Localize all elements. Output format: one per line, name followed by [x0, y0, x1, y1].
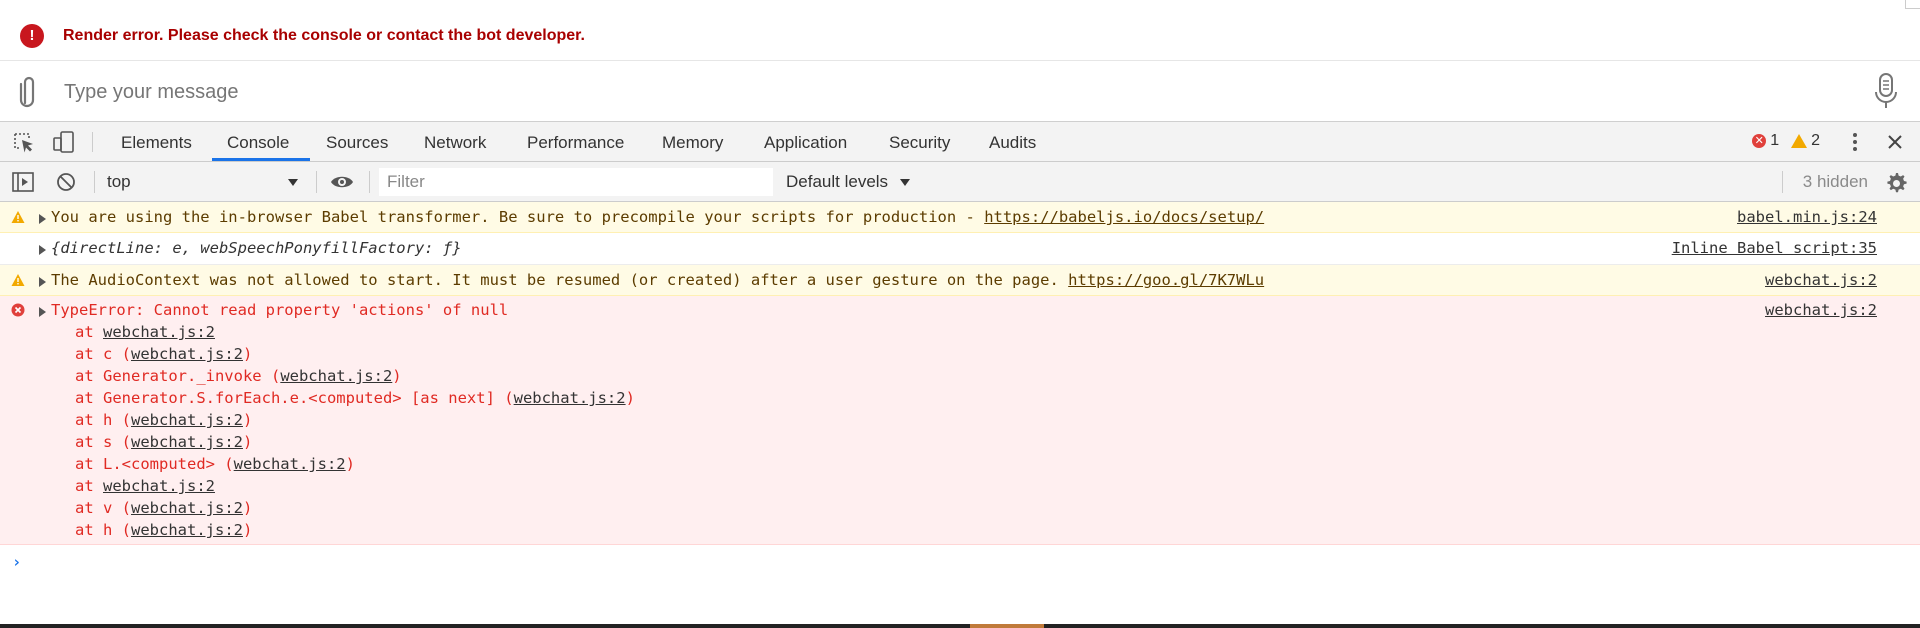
- stack-frame: at v (webchat.js:2): [75, 499, 253, 517]
- stack-frame: at webchat.js:2: [75, 477, 215, 495]
- stack-frame: at h (webchat.js:2): [75, 521, 253, 539]
- stack-frame-link[interactable]: webchat.js:2: [131, 521, 243, 539]
- tab-audits[interactable]: Audits: [989, 133, 1036, 153]
- paperclip-icon[interactable]: [16, 73, 42, 109]
- tab-application[interactable]: Application: [764, 133, 847, 153]
- stack-frame-link[interactable]: webchat.js:2: [103, 323, 215, 341]
- issue-counts[interactable]: ✕ 1 2: [1752, 132, 1820, 150]
- expand-triangle-icon[interactable]: [39, 277, 46, 287]
- context-selector[interactable]: top: [107, 172, 131, 192]
- console-warning: The AudioContext was not allowed to star…: [0, 265, 1920, 296]
- error-count: 1: [1770, 132, 1780, 149]
- message-source[interactable]: webchat.js:2: [1765, 299, 1877, 321]
- message-text: The AudioContext was not allowed to star…: [51, 271, 1069, 289]
- stack-frame-link[interactable]: webchat.js:2: [131, 345, 243, 363]
- error-icon: !: [20, 24, 44, 48]
- warning-icon: [11, 211, 25, 223]
- console-error: TypeError: Cannot read property 'actions…: [0, 296, 1920, 545]
- message-input[interactable]: [62, 73, 1846, 111]
- chat-error-banner: ! Render error. Please check the console…: [0, 0, 1920, 61]
- tab-console[interactable]: Console: [227, 133, 289, 153]
- warning-icon: [11, 274, 25, 286]
- stack-frame: at Generator._invoke (webchat.js:2): [75, 367, 402, 385]
- error-text: TypeError: Cannot read property 'actions…: [51, 301, 509, 319]
- warning-count: 2: [1811, 132, 1820, 149]
- toolbar-divider: [369, 171, 370, 193]
- message-link[interactable]: https://goo.gl/7K7WLu: [1068, 271, 1264, 289]
- console-warning: You are using the in-browser Babel trans…: [0, 202, 1920, 233]
- corner-mark: [1905, 0, 1920, 9]
- microphone-icon[interactable]: [1872, 71, 1900, 111]
- gear-icon[interactable]: [1884, 171, 1908, 195]
- device-toolbar-icon[interactable]: [52, 131, 76, 153]
- tab-memory[interactable]: Memory: [662, 133, 723, 153]
- toolbar-divider: [316, 171, 317, 193]
- toolbar-divider: [1782, 171, 1783, 193]
- inspect-element-icon[interactable]: [12, 131, 36, 153]
- console-prompt-row[interactable]: ›: [0, 545, 1920, 585]
- stack-frame: at h (webchat.js:2): [75, 411, 253, 429]
- stack-frame-link[interactable]: webchat.js:2: [280, 367, 392, 385]
- error-icon: [11, 303, 25, 317]
- stack-frame: at L.<computed> (webchat.js:2): [75, 455, 355, 473]
- stack-frame: at c (webchat.js:2): [75, 345, 253, 363]
- expand-triangle-icon[interactable]: [39, 245, 46, 255]
- tab-network[interactable]: Network: [424, 133, 486, 153]
- chat-error-text: Render error. Please check the console o…: [63, 27, 585, 44]
- clear-console-icon[interactable]: [54, 171, 78, 193]
- message-link[interactable]: https://babeljs.io/docs/setup/: [984, 208, 1264, 226]
- error-count-icon: ✕: [1752, 134, 1767, 148]
- stack-frame: at Generator.S.forEach.e.<computed> [as …: [75, 389, 635, 407]
- prompt-chevron-icon: ›: [12, 553, 22, 571]
- taskbar-highlight: [970, 624, 1044, 628]
- stack-frame-link[interactable]: webchat.js:2: [131, 499, 243, 517]
- tab-performance[interactable]: Performance: [527, 133, 624, 153]
- eye-icon[interactable]: [330, 171, 354, 193]
- more-options-icon[interactable]: [1848, 131, 1862, 153]
- devtools-tab-bar: Elements Console Sources Network Perform…: [0, 122, 1920, 162]
- console-output: You are using the in-browser Babel trans…: [0, 202, 1920, 585]
- message-source[interactable]: Inline Babel script:35: [1672, 237, 1877, 259]
- toolbar-divider: [94, 171, 95, 193]
- send-box: [0, 61, 1920, 122]
- toolbar-divider: [92, 132, 93, 152]
- filter-input[interactable]: [379, 168, 773, 196]
- message-text: You are using the in-browser Babel trans…: [51, 208, 985, 226]
- hidden-count: 3 hidden: [1802, 172, 1868, 191]
- stack-frame-link[interactable]: webchat.js:2: [103, 477, 215, 495]
- chevron-down-icon: [900, 179, 910, 186]
- stack-frame: at webchat.js:2: [75, 323, 215, 341]
- message-source[interactable]: babel.min.js:24: [1737, 206, 1877, 228]
- stack-frame-link[interactable]: webchat.js:2: [131, 411, 243, 429]
- stack-frame: at s (webchat.js:2): [75, 433, 253, 451]
- stack-frame-link[interactable]: webchat.js:2: [131, 433, 243, 451]
- message-source[interactable]: webchat.js:2: [1765, 269, 1877, 291]
- tab-sources[interactable]: Sources: [326, 133, 388, 153]
- stack-frame-link[interactable]: webchat.js:2: [514, 389, 626, 407]
- object-preview[interactable]: {directLine: e, webSpeechPonyfillFactory…: [51, 239, 462, 257]
- close-devtools-icon[interactable]: [1884, 131, 1906, 153]
- stack-frame-link[interactable]: webchat.js:2: [234, 455, 346, 473]
- tab-security[interactable]: Security: [889, 133, 950, 153]
- stack-trace: at webchat.js:2 at c (webchat.js:2) at G…: [51, 321, 1920, 541]
- tab-elements[interactable]: Elements: [121, 133, 192, 153]
- expand-triangle-icon[interactable]: [39, 214, 46, 224]
- console-toolbar: top Default levels 3 hidden: [0, 162, 1920, 202]
- chevron-down-icon: [288, 179, 298, 186]
- active-tab-indicator: [212, 158, 310, 161]
- console-log: {directLine: e, webSpeechPonyfillFactory…: [0, 233, 1920, 265]
- window-bottom-edge: [0, 624, 1920, 628]
- log-levels-dropdown[interactable]: Default levels: [786, 172, 888, 192]
- expand-triangle-icon[interactable]: [39, 307, 46, 317]
- warning-count-icon: [1791, 134, 1808, 148]
- show-sidebar-icon[interactable]: [11, 171, 35, 193]
